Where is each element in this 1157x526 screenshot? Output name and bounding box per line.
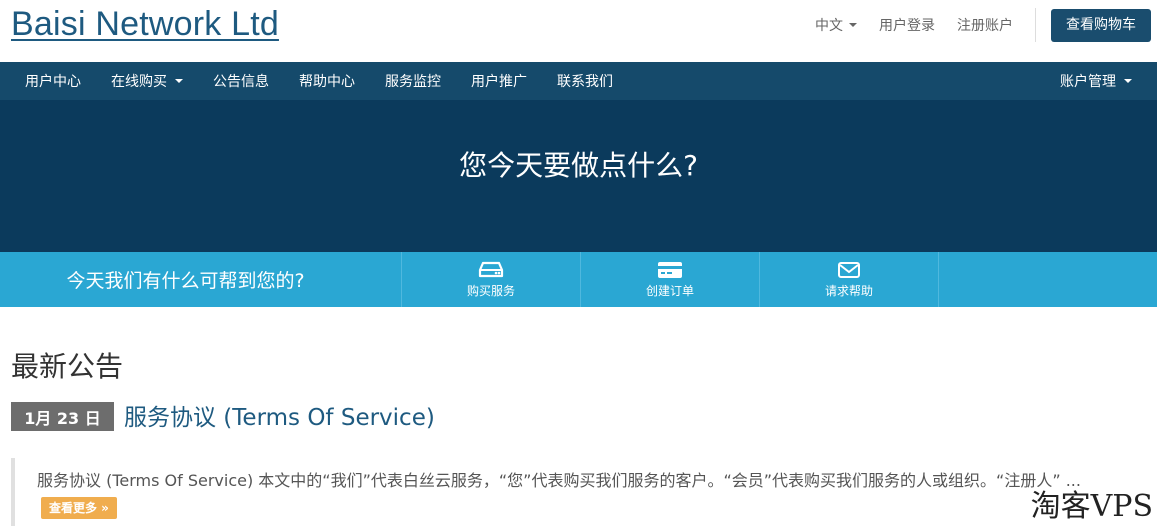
nav-item-label: 联系我们 [557, 74, 613, 90]
nav-item-help-center[interactable]: 帮助中心 [284, 62, 370, 100]
nav-item-label: 用户推广 [471, 74, 527, 90]
buy-service-label: 购买服务 [466, 283, 515, 298]
divider [1035, 8, 1036, 42]
login-link[interactable]: 用户登录 [879, 15, 935, 35]
create-order-label: 创建订单 [645, 283, 694, 298]
read-more-button[interactable]: 查看更多 » [41, 496, 117, 519]
nav-item-affiliates[interactable]: 用户推广 [456, 62, 542, 100]
nav-item-service-monitor[interactable]: 服务监控 [370, 62, 456, 100]
request-help-label: 请求帮助 [824, 283, 873, 298]
account-menu-label: 账户管理 [1060, 74, 1116, 90]
watermark: 淘客VPS [1026, 488, 1157, 526]
nav-item-label: 服务监控 [385, 74, 441, 90]
language-label: 中文 [815, 18, 843, 34]
announcement-title-link[interactable]: 服务协议 (Terms Of Service) [124, 398, 435, 432]
main-navbar: 用户中心 在线购买 公告信息 帮助中心 服务监控 用户推广 联系我们 账户管理 [0, 62, 1157, 100]
site-header: Baisi Network Ltd 中文 用户登录 注册账户 查看购物车 [0, 0, 1157, 62]
nav-item-label: 在线购买 [111, 74, 167, 90]
announcement-excerpt: 服务协议 (Terms Of Service) 本文中的“我们”代表白丝云服务，… [11, 458, 1131, 526]
server-icon [478, 261, 504, 277]
envelope-icon [838, 261, 860, 278]
chevron-down-icon [849, 23, 857, 27]
account-menu[interactable]: 账户管理 [1045, 62, 1147, 100]
top-links: 中文 用户登录 注册账户 查看购物车 [815, 0, 1157, 50]
create-order-button[interactable]: 创建订单 [581, 252, 760, 307]
help-question: 今天我们有什么可帮到您的? [0, 252, 402, 307]
hero-title: 您今天要做点什么? [459, 149, 698, 182]
nav-item-buy-online[interactable]: 在线购买 [96, 62, 198, 100]
request-help-button[interactable]: 请求帮助 [760, 252, 939, 307]
buy-service-button[interactable]: 购买服务 [402, 252, 581, 307]
register-link[interactable]: 注册账户 [957, 15, 1013, 35]
site-logo[interactable]: Baisi Network Ltd [11, 5, 279, 44]
hero-banner: 您今天要做点什么? [0, 100, 1157, 252]
announcement-excerpt-text: 服务协议 (Terms Of Service) 本文中的“我们”代表白丝云服务，… [37, 471, 1081, 490]
view-cart-button[interactable]: 查看购物车 [1051, 8, 1151, 42]
language-selector[interactable]: 中文 [815, 15, 857, 35]
nav-item-contact[interactable]: 联系我们 [542, 62, 628, 100]
nav-item-label: 公告信息 [213, 74, 269, 90]
announcements-heading: 最新公告 [11, 350, 124, 383]
chevron-down-icon [175, 79, 183, 83]
chevron-down-icon [1124, 79, 1132, 83]
credit-card-icon [658, 261, 682, 278]
nav-item-label: 用户中心 [25, 74, 81, 90]
nav-item-announcements[interactable]: 公告信息 [198, 62, 284, 100]
nav-item-user-center[interactable]: 用户中心 [10, 62, 96, 100]
help-bar: 今天我们有什么可帮到您的? 购买服务 创建订单 请求帮助 [0, 252, 1157, 307]
nav-list: 用户中心 在线购买 公告信息 帮助中心 服务监控 用户推广 联系我们 [0, 62, 1157, 100]
announcement-date-badge: 1月 23 日 [11, 402, 114, 431]
nav-item-label: 帮助中心 [299, 74, 355, 90]
